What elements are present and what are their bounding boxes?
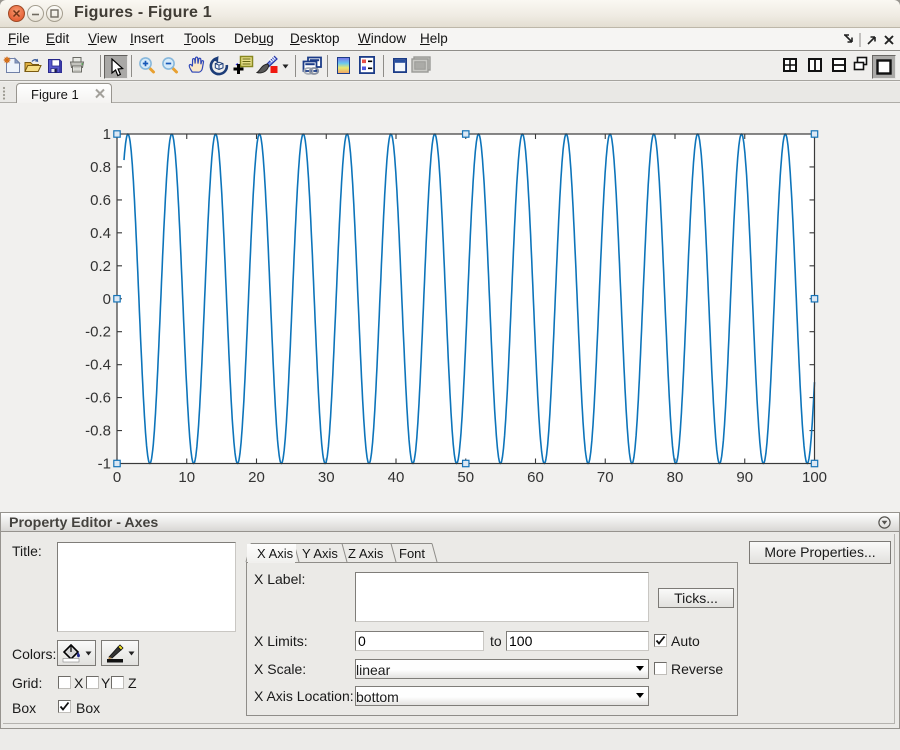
svg-text:0.8: 0.8	[90, 159, 111, 176]
svg-text:0.4: 0.4	[90, 225, 111, 242]
svg-text:1: 1	[103, 126, 111, 143]
svg-text:50: 50	[457, 469, 474, 486]
svg-text:-1: -1	[98, 456, 111, 473]
svg-text:-0.4: -0.4	[85, 357, 111, 374]
svg-text:80: 80	[667, 469, 684, 486]
svg-text:30: 30	[318, 469, 335, 486]
svg-text:20: 20	[248, 469, 265, 486]
svg-text:40: 40	[388, 469, 405, 486]
svg-text:0: 0	[113, 469, 121, 486]
svg-text:0.2: 0.2	[90, 258, 111, 275]
svg-text:60: 60	[527, 469, 544, 486]
svg-text:100: 100	[802, 469, 827, 486]
svg-text:-0.2: -0.2	[85, 324, 111, 341]
svg-text:-0.8: -0.8	[85, 423, 111, 440]
svg-text:0: 0	[103, 291, 111, 308]
svg-text:-0.6: -0.6	[85, 390, 111, 407]
svg-text:70: 70	[597, 469, 614, 486]
svg-text:10: 10	[178, 469, 195, 486]
svg-text:0.6: 0.6	[90, 192, 111, 209]
svg-text:90: 90	[736, 469, 753, 486]
